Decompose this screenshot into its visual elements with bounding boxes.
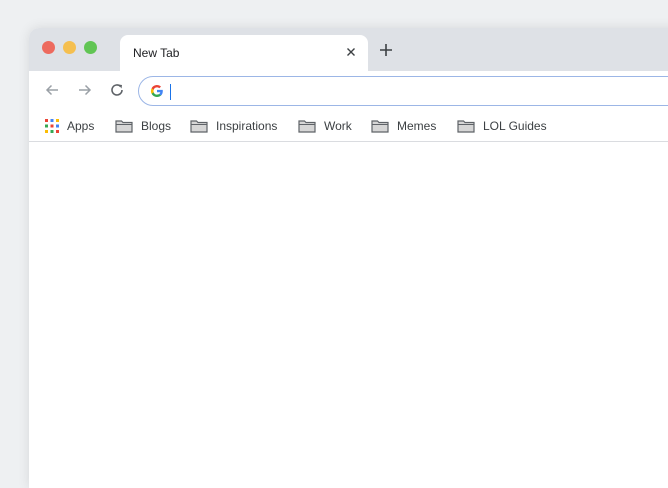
bookmark-folder-work[interactable]: Work bbox=[298, 117, 352, 135]
tab-title: New Tab bbox=[133, 46, 180, 60]
folder-icon bbox=[298, 120, 316, 133]
zoom-window-button[interactable] bbox=[84, 41, 97, 54]
apps-grid-icon bbox=[45, 119, 59, 133]
close-window-button[interactable] bbox=[42, 41, 55, 54]
bookmark-label: Work bbox=[324, 119, 352, 133]
bookmark-label: LOL Guides bbox=[483, 119, 547, 133]
bookmark-folder-memes[interactable]: Memes bbox=[371, 117, 436, 135]
reload-icon[interactable] bbox=[109, 82, 125, 98]
bookmark-label: Inspirations bbox=[216, 119, 278, 133]
bookmark-folder-blogs[interactable]: Blogs bbox=[115, 117, 171, 135]
google-g-icon bbox=[150, 84, 164, 98]
folder-icon bbox=[457, 120, 475, 133]
omnibox-input[interactable] bbox=[167, 81, 667, 101]
bookmark-label: Memes bbox=[397, 119, 437, 133]
arrow-right-icon[interactable] bbox=[77, 82, 93, 98]
browser-window: New Tab Apps Blogs Inspirations Work Mem… bbox=[29, 28, 668, 488]
bookmark-label: Blogs bbox=[141, 119, 172, 133]
bookmark-apps[interactable]: Apps bbox=[45, 117, 94, 135]
folder-icon bbox=[190, 120, 208, 133]
title-bar: New Tab bbox=[29, 28, 668, 71]
close-icon[interactable] bbox=[344, 45, 358, 59]
folder-icon bbox=[371, 120, 389, 133]
bookmark-label: Apps bbox=[67, 119, 95, 133]
text-caret bbox=[170, 84, 171, 100]
toolbar bbox=[29, 71, 668, 109]
address-bar[interactable] bbox=[138, 76, 668, 106]
page-content bbox=[29, 143, 668, 488]
bookmark-folder-lol-guides[interactable]: LOL Guides bbox=[457, 117, 547, 135]
bookmark-folder-inspirations[interactable]: Inspirations bbox=[190, 117, 277, 135]
minimize-window-button[interactable] bbox=[63, 41, 76, 54]
folder-icon bbox=[115, 120, 133, 133]
arrow-left-icon[interactable] bbox=[44, 82, 60, 98]
bookmarks-bar: Apps Blogs Inspirations Work Memes LOL G… bbox=[29, 109, 668, 142]
plus-icon[interactable] bbox=[378, 42, 394, 58]
tab-new-tab[interactable]: New Tab bbox=[120, 35, 368, 71]
